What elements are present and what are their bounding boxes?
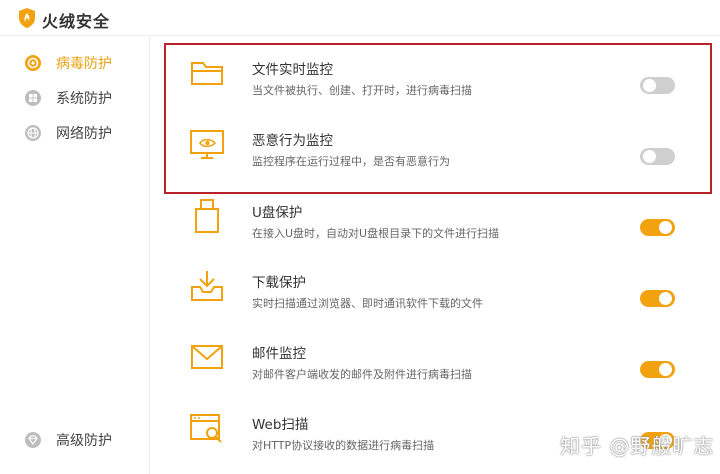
sidebar-item-label: 病毒防护: [56, 56, 112, 72]
feature-title: 恶意行为监控: [252, 133, 333, 149]
feature-desc: 在接入U盘时，自动对U盘根目录下的文件进行扫描: [252, 227, 500, 240]
mail-icon: [191, 345, 223, 369]
feature-title: U盘保护: [252, 205, 303, 221]
usb-protection-toggle[interactable]: [640, 219, 675, 236]
folder-icon: [191, 62, 223, 85]
globe-icon: [25, 125, 41, 141]
feature-title: 文件实时监控: [252, 62, 333, 78]
mail-monitor-toggle[interactable]: [640, 361, 675, 378]
feature-row-file-monitor: 文件实时监控 当文件被执行、创建、打开时，进行病毒扫描: [150, 44, 720, 114]
virus-shield-icon: [25, 55, 41, 71]
feature-desc: 实时扫描通过浏览器、即时通讯软件下载的文件: [252, 297, 483, 310]
usb-drive-icon: [195, 199, 219, 233]
feature-row-mail-monitor: 邮件监控 对邮件客户端收发的邮件及附件进行病毒扫描: [150, 328, 720, 398]
download-tray-icon: [191, 271, 223, 301]
feature-row-download-protection: 下载保护 实时扫描通过浏览器、即时通讯软件下载的文件: [150, 257, 720, 327]
monitor-eye-icon: [190, 130, 224, 159]
sidebar-item-network-protection[interactable]: 网络防护: [24, 121, 112, 145]
watermark: 知乎 @野般旷志: [560, 434, 715, 458]
feature-title: 下载保护: [252, 275, 306, 291]
behavior-monitor-toggle[interactable]: [640, 148, 675, 165]
file-monitor-toggle[interactable]: [640, 77, 675, 94]
app-title: 火绒安全: [42, 12, 111, 31]
sidebar: 病毒防护 系统防护 网络防护 高级防护: [0, 37, 150, 474]
sidebar-item-label: 高级防护: [56, 433, 112, 449]
sidebar-item-system-protection[interactable]: 系统防护: [24, 86, 112, 110]
windows-icon: [25, 90, 41, 106]
feature-title: Web扫描: [252, 417, 309, 433]
web-scan-icon: [190, 414, 222, 443]
sidebar-item-virus-protection[interactable]: 病毒防护: [24, 51, 112, 75]
app-logo-icon: [19, 8, 35, 28]
feature-desc: 对邮件客户端收发的邮件及附件进行病毒扫描: [252, 368, 472, 381]
feature-desc: 对HTTP协议接收的数据进行病毒扫描: [252, 439, 435, 452]
feature-desc: 当文件被执行、创建、打开时，进行病毒扫描: [252, 84, 472, 97]
sidebar-item-advanced-protection[interactable]: 高级防护: [24, 428, 112, 452]
sidebar-item-label: 系统防护: [56, 91, 112, 107]
title-bar: 火绒安全: [0, 0, 720, 36]
download-protection-toggle[interactable]: [640, 290, 675, 307]
sidebar-item-label: 网络防护: [56, 126, 112, 142]
feature-title: 邮件监控: [252, 346, 306, 362]
feature-row-usb-protection: U盘保护 在接入U盘时，自动对U盘根目录下的文件进行扫描: [150, 187, 720, 257]
feature-desc: 监控程序在运行过程中，是否有恶意行为: [252, 155, 450, 168]
feature-row-behavior-monitor: 恶意行为监控 监控程序在运行过程中，是否有恶意行为: [150, 115, 720, 185]
diamond-icon: [25, 432, 41, 448]
